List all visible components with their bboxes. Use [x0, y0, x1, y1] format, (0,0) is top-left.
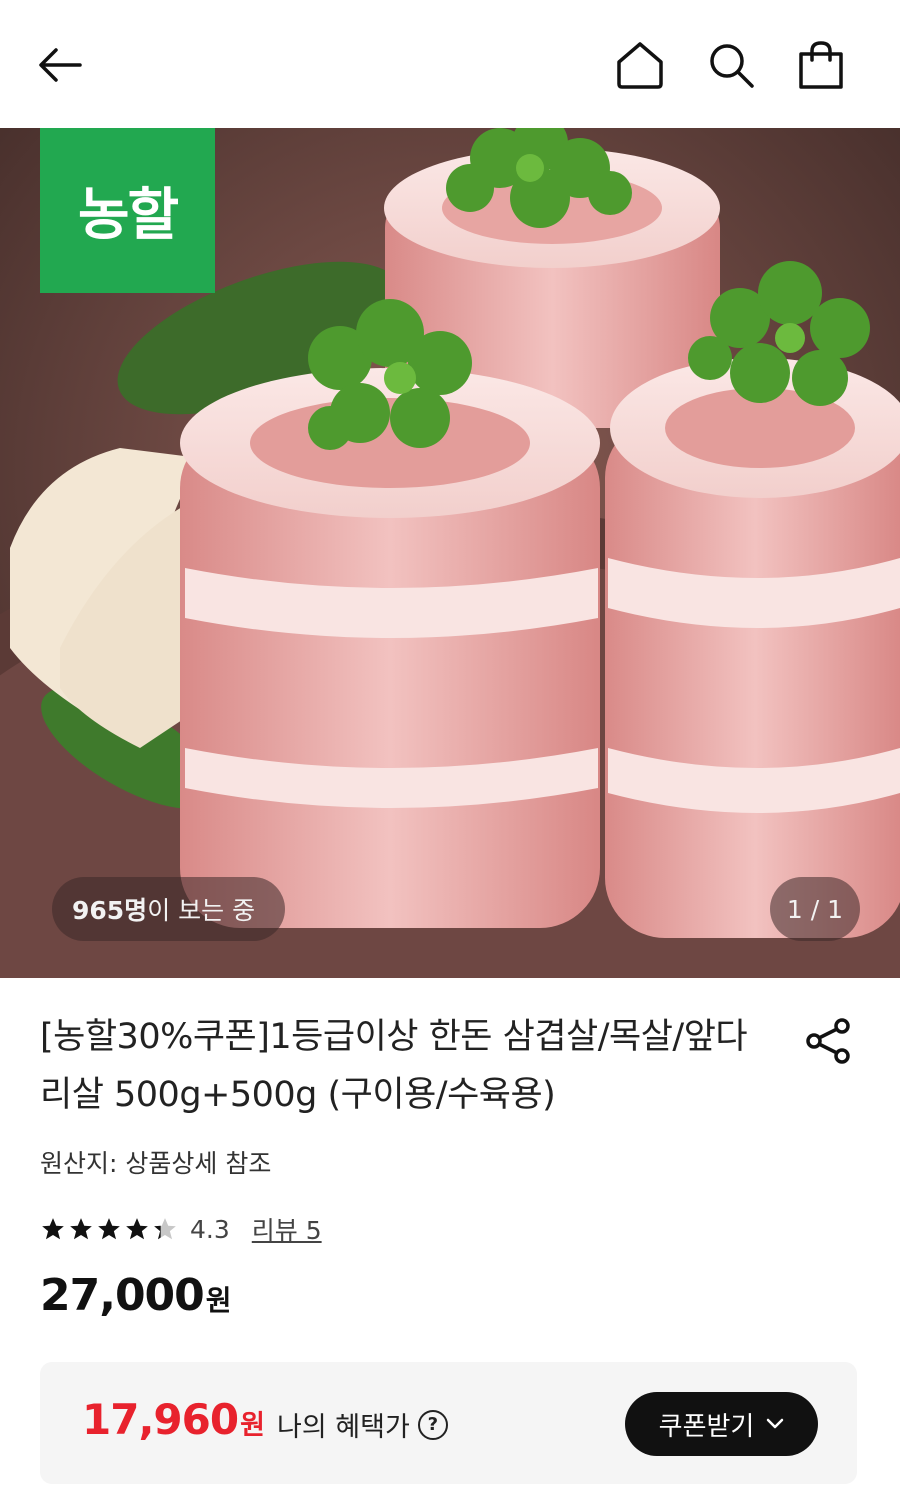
price-unit: 원 — [205, 1284, 232, 1317]
brand-logo: 농할 — [40, 128, 215, 293]
benefit-label-row: 나의 혜택가 ? — [277, 1405, 448, 1444]
share-button[interactable] — [798, 1010, 860, 1072]
benefit-label: 나의 혜택가 — [277, 1412, 410, 1443]
benefit-price-unit: 원 — [240, 1410, 265, 1441]
benefit-price: 17,960 원 — [82, 1395, 265, 1444]
benefit-price-box: 17,960 원 나의 혜택가 ? 쿠폰받기 — [40, 1362, 857, 1484]
star-partial-icon — [154, 1218, 176, 1240]
shopping-bag-icon — [799, 41, 843, 89]
get-coupon-button[interactable]: 쿠폰받기 — [625, 1392, 818, 1456]
rating-row: 4.3 리뷰 5 — [40, 1207, 322, 1251]
review-link[interactable]: 리뷰 5 — [252, 1211, 322, 1247]
top-navigation-bar — [0, 0, 900, 128]
brand-logo-text: 농할 — [77, 183, 179, 248]
coupon-button-label: 쿠폰받기 — [658, 1411, 755, 1442]
viewers-badge: 965명 이 보는 중 — [52, 877, 286, 941]
share-icon — [806, 1018, 850, 1064]
star-full-icon — [70, 1218, 92, 1240]
arrow-left-icon — [39, 48, 82, 82]
cart-button[interactable] — [786, 30, 856, 100]
home-button[interactable] — [605, 30, 675, 100]
origin-info: 원산지: 상품상세 참조 — [40, 1149, 272, 1178]
back-button[interactable] — [25, 30, 95, 100]
star-rating — [40, 1216, 180, 1242]
home-icon — [617, 42, 663, 89]
rating-value: 4.3 — [190, 1214, 230, 1244]
viewers-count: 965명 — [72, 896, 148, 925]
star-full-icon — [126, 1218, 148, 1240]
search-button[interactable] — [696, 30, 766, 100]
product-title: [농할30%쿠폰]1등급이상 한돈 삼겹살/목살/앞다리살 500g+500g … — [40, 1017, 748, 1115]
help-icon[interactable]: ? — [417, 1409, 448, 1440]
original-price: 27,000 원 — [40, 1270, 232, 1321]
viewers-suffix: 이 보는 중 — [147, 896, 256, 925]
price-value: 27,000 — [40, 1270, 205, 1321]
star-full-icon — [98, 1218, 120, 1240]
chevron-down-icon — [767, 1418, 784, 1429]
search-icon — [710, 44, 754, 88]
image-page-indicator: 1 / 1 — [770, 877, 860, 941]
benefit-price-value: 17,960 — [82, 1395, 239, 1444]
star-full-icon — [42, 1218, 64, 1240]
